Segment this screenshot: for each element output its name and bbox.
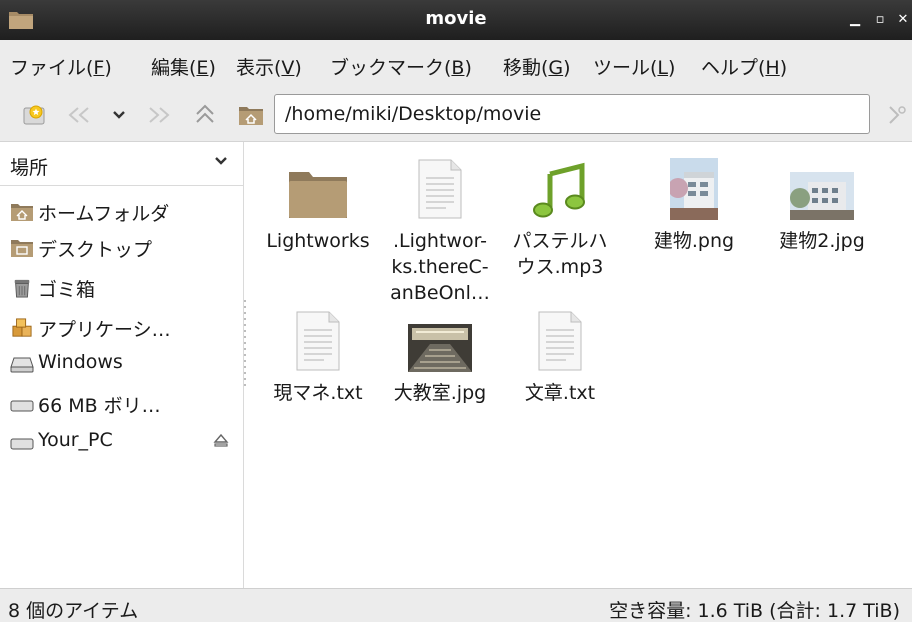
file-item-audio[interactable]: パステルハ ウス.mp3 bbox=[498, 150, 622, 280]
place-windows[interactable]: Windows bbox=[0, 346, 244, 382]
maximize-button[interactable]: ▫ bbox=[871, 11, 889, 29]
history-dropdown[interactable] bbox=[104, 100, 134, 130]
title-bar: movie ▁ ▫ ✕ bbox=[0, 0, 912, 40]
free-space: 空き容量: 1.6 TiB (合計: 1.7 TiB) bbox=[609, 600, 900, 622]
forward-button[interactable] bbox=[144, 100, 174, 130]
go-arrow-icon bbox=[889, 106, 906, 124]
up-button[interactable] bbox=[190, 100, 220, 130]
path-input[interactable] bbox=[275, 95, 869, 133]
back-arrow-icon bbox=[68, 107, 89, 123]
menu-tools[interactable]: ツール(L) bbox=[593, 53, 675, 80]
text-file-icon bbox=[538, 311, 582, 371]
place-applications[interactable]: アプリケーシ… bbox=[0, 310, 244, 346]
back-button[interactable] bbox=[64, 100, 94, 130]
status-bar: 8 個のアイテム 空き容量: 1.6 TiB (合計: 1.7 TiB) bbox=[0, 588, 912, 622]
text-file-icon bbox=[296, 311, 340, 371]
new-tab-button[interactable] bbox=[20, 100, 50, 130]
side-pane-title: 場所 bbox=[10, 157, 49, 179]
place-volume[interactable]: 66 MB ボリ… bbox=[0, 386, 244, 422]
place-home[interactable]: ホームフォルダ bbox=[0, 194, 244, 230]
window-title: movie bbox=[425, 8, 487, 29]
new-tab-icon bbox=[23, 105, 45, 125]
menu-bookmarks[interactable]: ブックマーク(B) bbox=[330, 53, 472, 80]
menu-file[interactable]: ファイル(F) bbox=[10, 53, 112, 80]
home-folder-icon bbox=[239, 107, 263, 125]
close-button[interactable]: ✕ bbox=[895, 11, 911, 29]
toolbar bbox=[0, 88, 912, 142]
menu-edit[interactable]: 編集(E) bbox=[151, 53, 216, 80]
chevron-down-icon bbox=[215, 157, 227, 165]
text-file-icon bbox=[418, 159, 462, 219]
file-item-text[interactable]: .Lightwor- ks.thereC- anBeOnl… bbox=[378, 150, 502, 306]
file-view: Lightworks .Lightwor- ks.thereC- anBeOnl… bbox=[248, 142, 912, 588]
eject-icon[interactable] bbox=[212, 432, 230, 450]
home-folder-icon bbox=[11, 204, 33, 221]
pane-resize-handle[interactable] bbox=[244, 300, 247, 390]
file-item-folder[interactable]: Lightworks bbox=[256, 150, 380, 254]
image-thumbnail bbox=[670, 158, 718, 220]
menu-help[interactable]: ヘルプ(H) bbox=[701, 53, 787, 80]
desktop-folder-icon bbox=[11, 240, 33, 257]
file-item-image[interactable]: 大教室.jpg bbox=[378, 302, 502, 406]
menu-go[interactable]: 移動(G) bbox=[503, 53, 571, 80]
place-trash[interactable]: ゴミ箱 bbox=[0, 270, 244, 306]
forward-arrow-icon bbox=[149, 107, 170, 123]
side-pane-selector[interactable]: 場所 bbox=[0, 142, 244, 186]
side-pane: 場所 ホームフォルダ デスクトップ ゴミ箱 アプリケーシ… Windows 66… bbox=[0, 142, 244, 588]
minimize-button[interactable]: ▁ bbox=[846, 11, 864, 29]
chevron-down-icon bbox=[113, 111, 125, 119]
go-button[interactable] bbox=[882, 100, 912, 130]
location-bar[interactable] bbox=[274, 94, 870, 134]
drive-icon bbox=[10, 357, 34, 373]
volume-icon bbox=[10, 400, 34, 412]
menu-bar: ファイル(F) 編集(E) 表示(V) ブックマーク(B) 移動(G) ツール(… bbox=[0, 40, 912, 88]
applications-icon bbox=[12, 318, 32, 337]
folder-icon bbox=[289, 172, 347, 218]
drive-icon bbox=[10, 438, 34, 450]
file-item-image[interactable]: 建物.png bbox=[632, 150, 756, 254]
home-button[interactable] bbox=[236, 100, 266, 130]
up-arrow-icon bbox=[196, 104, 214, 123]
music-note-icon bbox=[533, 162, 585, 218]
image-thumbnail bbox=[408, 324, 472, 372]
file-item-text[interactable]: 文章.txt bbox=[498, 302, 622, 406]
file-item-image[interactable]: 建物2.jpg bbox=[760, 150, 884, 254]
file-item-text[interactable]: 現マネ.txt bbox=[256, 302, 380, 406]
item-count: 8 個のアイテム bbox=[8, 600, 139, 622]
image-thumbnail bbox=[790, 172, 854, 220]
place-desktop[interactable]: デスクトップ bbox=[0, 230, 244, 266]
place-your-pc[interactable]: Your_PC bbox=[0, 424, 244, 460]
trash-icon bbox=[14, 279, 30, 298]
menu-view[interactable]: 表示(V) bbox=[236, 53, 302, 80]
